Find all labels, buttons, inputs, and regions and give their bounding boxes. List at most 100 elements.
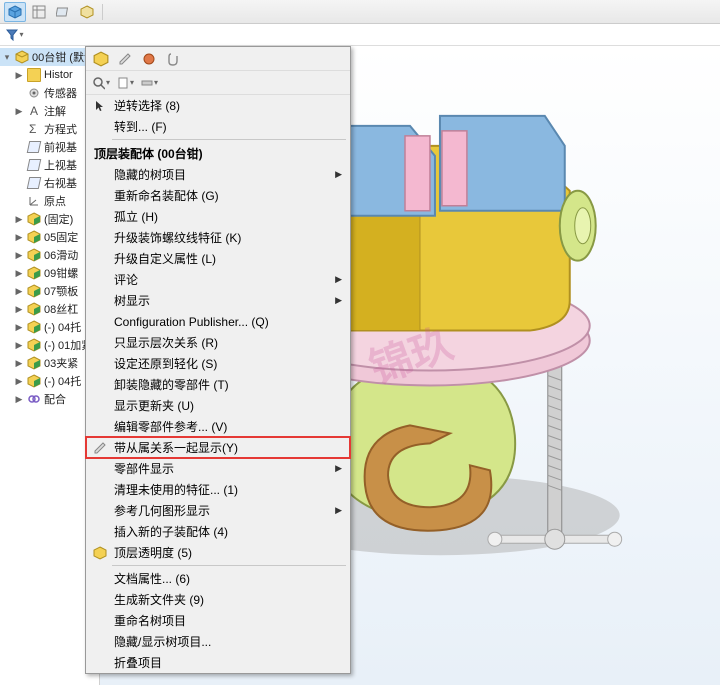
menu-item-label: 零部件显示 bbox=[114, 460, 174, 477]
menu-item[interactable]: 卸装隐藏的零部件 (T) bbox=[86, 374, 350, 395]
expand-icon[interactable]: ▶ bbox=[14, 358, 24, 369]
part-icon bbox=[27, 284, 41, 298]
menu-item[interactable]: 生成新文件夹 (9) bbox=[86, 589, 350, 610]
menu-item-label: 孤立 (H) bbox=[114, 208, 158, 225]
menu-item-label: 重新命名装配体 (G) bbox=[114, 187, 219, 204]
part-icon bbox=[27, 338, 41, 352]
expand-icon[interactable]: ▶ bbox=[14, 376, 24, 387]
expand-icon[interactable]: ▶ bbox=[14, 250, 24, 261]
expand-icon[interactable]: ▶ bbox=[14, 286, 24, 297]
toolbar-property-icon[interactable] bbox=[28, 2, 50, 22]
mate-icon bbox=[27, 392, 41, 406]
toolbar-feature-tree-icon[interactable] bbox=[4, 2, 26, 22]
submenu-arrow-icon: ▶ bbox=[335, 463, 342, 474]
menu-sphere-icon[interactable] bbox=[140, 50, 158, 68]
menu-item[interactable]: 逆转选择 (8) bbox=[86, 95, 350, 116]
menu-item-label: 清理未使用的特征... (1) bbox=[114, 481, 238, 498]
menu-item[interactable]: 隐藏的树项目▶ bbox=[86, 164, 350, 185]
submenu-arrow-icon: ▶ bbox=[335, 295, 342, 306]
menu-pencil-icon[interactable] bbox=[116, 50, 134, 68]
svg-text:A: A bbox=[30, 105, 38, 117]
expand-icon[interactable]: ▾ bbox=[2, 52, 12, 63]
menu-item[interactable]: 参考几何图形显示▶ bbox=[86, 500, 350, 521]
menu-item-label: 卸装隐藏的零部件 (T) bbox=[114, 376, 229, 393]
menu-doc-icon[interactable]: ▾ bbox=[116, 74, 134, 92]
part-icon bbox=[27, 374, 41, 388]
menu-item[interactable]: 树显示 ▶ bbox=[86, 290, 350, 311]
context-menu-toolbar-1 bbox=[86, 47, 350, 71]
cube-icon bbox=[92, 545, 108, 561]
menu-item[interactable]: 顶层透明度 (5) bbox=[86, 542, 350, 563]
submenu-arrow-icon: ▶ bbox=[335, 274, 342, 285]
menu-item-label: 隐藏的树项目 bbox=[114, 166, 186, 183]
menu-cube-icon[interactable] bbox=[92, 50, 110, 68]
svg-text:Σ: Σ bbox=[29, 123, 36, 135]
menu-item-label: 文档属性... (6) bbox=[114, 570, 190, 587]
menu-item[interactable]: 评论 ▶ bbox=[86, 269, 350, 290]
plane-icon bbox=[27, 140, 41, 154]
menu-item[interactable]: 插入新的子装配体 (4) bbox=[86, 521, 350, 542]
cursor-icon bbox=[92, 98, 108, 114]
menu-item[interactable]: 隐藏/显示树项目... bbox=[86, 631, 350, 652]
toolbar-plane-icon[interactable] bbox=[52, 2, 74, 22]
part-icon bbox=[27, 302, 41, 316]
menu-item-label: 插入新的子装配体 (4) bbox=[114, 523, 228, 540]
menu-item-label: 评论 bbox=[114, 271, 138, 288]
menu-item[interactable]: 只显示层次关系 (R) bbox=[86, 332, 350, 353]
toolbar-separator bbox=[102, 4, 103, 20]
top-toolbar bbox=[0, 0, 720, 24]
menu-item[interactable]: Configuration Publisher... (Q) bbox=[86, 311, 350, 332]
menu-item-label: 逆转选择 (8) bbox=[114, 97, 180, 114]
menu-item[interactable]: 转到... (F) bbox=[86, 116, 350, 137]
plane-icon bbox=[27, 158, 41, 172]
menu-item[interactable]: 文档属性... (6) bbox=[86, 568, 350, 589]
menu-item[interactable]: 带从属关系一起显示(Y) bbox=[86, 437, 350, 458]
submenu-arrow-icon: ▶ bbox=[335, 505, 342, 516]
menu-item[interactable]: 重命名树项目 bbox=[86, 610, 350, 631]
expand-icon[interactable]: ▶ bbox=[14, 322, 24, 333]
origin-icon bbox=[27, 194, 41, 208]
expand-icon[interactable]: ▶ bbox=[14, 394, 24, 405]
menu-item[interactable]: 升级自定义属性 (L) bbox=[86, 248, 350, 269]
part-icon bbox=[27, 230, 41, 244]
menu-item-label: 树显示 bbox=[114, 292, 150, 309]
expand-icon[interactable]: ▶ bbox=[14, 70, 24, 81]
dropdown-arrow-icon: ▾ bbox=[19, 30, 23, 39]
expand-icon[interactable]: ▶ bbox=[14, 268, 24, 279]
expand-icon[interactable]: ▶ bbox=[14, 214, 24, 225]
menu-item-label: 只显示层次关系 (R) bbox=[114, 334, 218, 351]
context-menu: ▾ ▾ ▾ 逆转选择 (8)转到... (F)顶层装配体 (00台钳)隐藏的树项… bbox=[85, 46, 351, 674]
menu-item[interactable]: 显示更新夹 (U) bbox=[86, 395, 350, 416]
menu-item-label: 显示更新夹 (U) bbox=[114, 397, 194, 414]
part-icon bbox=[27, 212, 41, 226]
menu-item-label: 转到... (F) bbox=[114, 118, 167, 135]
menu-item[interactable]: 重新命名装配体 (G) bbox=[86, 185, 350, 206]
menu-item[interactable]: 孤立 (H) bbox=[86, 206, 350, 227]
menu-zoom-icon[interactable]: ▾ bbox=[92, 74, 110, 92]
menu-clip-icon[interactable] bbox=[164, 50, 182, 68]
part-icon bbox=[27, 248, 41, 262]
menu-item[interactable]: 升级装饰螺纹线特征 (K) bbox=[86, 227, 350, 248]
menu-item[interactable]: 零部件显示 ▶ bbox=[86, 458, 350, 479]
folder-icon bbox=[27, 68, 41, 82]
plane-icon bbox=[27, 176, 41, 190]
pencil-icon bbox=[92, 440, 108, 456]
toolbar-cube2-icon[interactable] bbox=[76, 2, 98, 22]
menu-item[interactable]: 设定还原到轻化 (S) bbox=[86, 353, 350, 374]
menu-item-label: 重命名树项目 bbox=[114, 612, 186, 629]
expand-icon[interactable]: ▶ bbox=[14, 106, 24, 117]
expand-icon[interactable]: ▶ bbox=[14, 304, 24, 315]
part-icon bbox=[27, 266, 41, 280]
menu-item[interactable]: 折叠项目 bbox=[86, 652, 350, 673]
expand-icon[interactable]: ▶ bbox=[14, 232, 24, 243]
menu-item[interactable]: 清理未使用的特征... (1) bbox=[86, 479, 350, 500]
filter-row: ▾ bbox=[0, 24, 720, 46]
menu-hide-icon[interactable]: ▾ bbox=[140, 74, 158, 92]
expand-icon[interactable]: ▶ bbox=[14, 340, 24, 351]
menu-item-label: Configuration Publisher... (Q) bbox=[114, 315, 269, 329]
menu-item[interactable]: 编辑零部件参考... (V) bbox=[86, 416, 350, 437]
menu-item-label: 带从属关系一起显示(Y) bbox=[114, 439, 238, 456]
filter-button[interactable]: ▾ bbox=[4, 26, 26, 44]
menu-item-label: 隐藏/显示树项目... bbox=[114, 633, 211, 650]
menu-item-label: 折叠项目 bbox=[114, 654, 162, 671]
